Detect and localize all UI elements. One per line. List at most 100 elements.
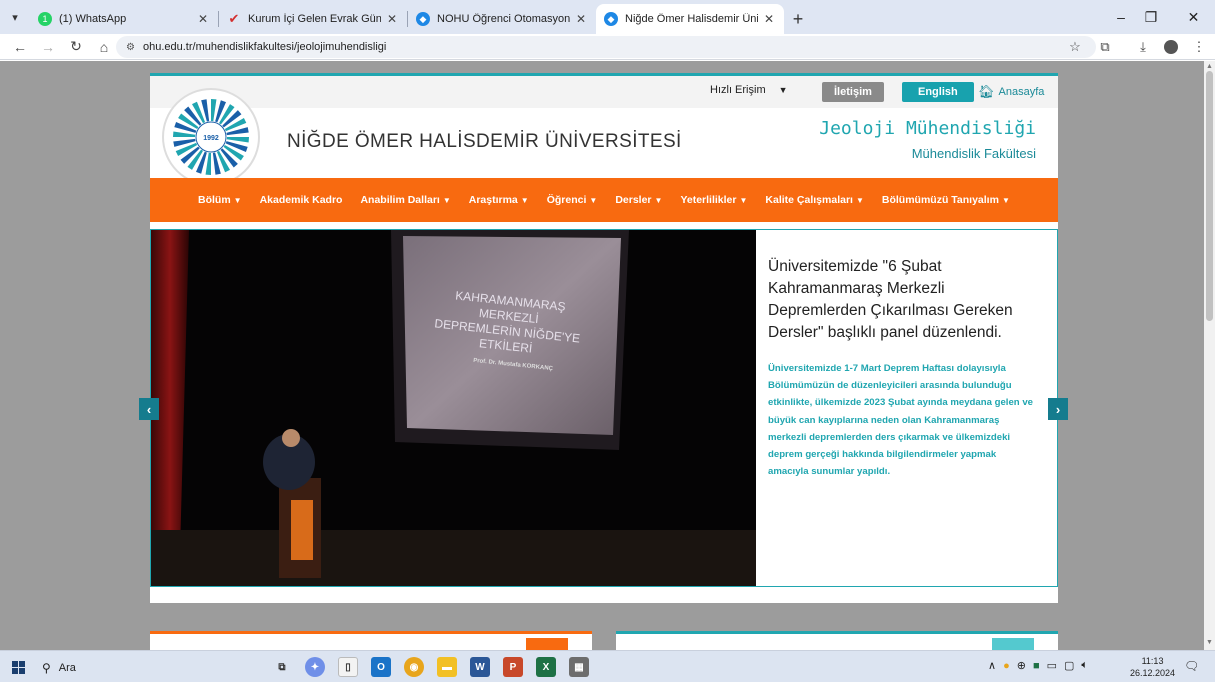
- caret-down-icon: ▼: [855, 196, 864, 205]
- tray-battery-icon[interactable]: ▭: [1047, 659, 1057, 672]
- close-tab-icon[interactable]: ✕: [196, 12, 210, 26]
- caret-down-icon: ▼: [1001, 196, 1010, 205]
- notification-icon[interactable]: 🗨︎: [1184, 659, 1199, 673]
- calculator-icon[interactable]: ▦: [569, 657, 589, 677]
- system-tray: ∧ ● ⊕ ■ ▭ ▢ 🔈︎: [988, 659, 1088, 672]
- menu-item[interactable]: Dersler ▼: [615, 194, 662, 206]
- tab-gelen-evrak[interactable]: ✔ Kurum İçi Gelen Evrak Güncelle ✕: [219, 4, 407, 34]
- menu-item-label: Öğrenci: [546, 194, 587, 206]
- site-container: Hızlı Erişim ▼ İletişim English 🏠︎ Anasa…: [150, 73, 1058, 650]
- whatsapp-icon: 1: [38, 12, 52, 26]
- menu-item[interactable]: Araştırma ▼: [469, 194, 529, 206]
- windows-start-icon[interactable]: [12, 661, 25, 674]
- taskbar-clock[interactable]: 11:13 26.12.2024: [1130, 655, 1175, 679]
- powerpoint-icon[interactable]: P: [503, 657, 523, 677]
- tray-chevron-up-icon[interactable]: ∧: [988, 659, 996, 672]
- outlook-icon[interactable]: O: [371, 657, 391, 677]
- file-explorer-icon[interactable]: ▬: [437, 657, 457, 677]
- caret-down-icon: ▼: [442, 196, 451, 205]
- slide-photo[interactable]: KAHRAMANMARAŞ MERKEZLİ DEPREMLERİN NİĞDE…: [151, 230, 756, 586]
- scrollbar-thumb[interactable]: [1206, 71, 1213, 321]
- menu-kebab-icon[interactable]: ⋮: [1186, 34, 1212, 60]
- close-tab-icon[interactable]: ✕: [385, 12, 399, 26]
- home-link[interactable]: 🏠︎ Anasayfa: [978, 84, 1044, 100]
- caret-down-icon: ▼: [654, 196, 663, 205]
- slider-next-button[interactable]: ›: [1048, 398, 1068, 420]
- scroll-up-icon[interactable]: ▲: [1204, 63, 1215, 70]
- tray-display-icon[interactable]: ▢: [1064, 659, 1074, 672]
- news-card-left: [150, 631, 592, 650]
- department-title: Jeoloji Mühendisliği: [819, 118, 1036, 139]
- tab-ohu-active[interactable]: ◆ Niğde Ömer Halisdemir Üniver ✕: [596, 4, 784, 34]
- slide-heading[interactable]: Üniversitemizde "6 Şubat Kahramanmaraş M…: [768, 256, 1038, 344]
- ohu-favicon-icon: ◆: [416, 12, 430, 26]
- restore-icon[interactable]: ❐: [1130, 0, 1172, 34]
- page-viewport: Hızlı Erişim ▼ İletişim English 🏠︎ Anasa…: [0, 61, 1204, 650]
- close-window-icon[interactable]: ✕: [1172, 0, 1215, 34]
- logo-emblem-icon: 1992: [165, 91, 257, 183]
- news-slider: KAHRAMANMARAŞ MERKEZLİ DEPREMLERİN NİĞDE…: [150, 229, 1058, 587]
- close-tab-icon[interactable]: ✕: [574, 12, 588, 26]
- menu-item-label: Dersler: [615, 194, 652, 206]
- download-icon[interactable]: ⤓: [1130, 34, 1156, 60]
- menu-item[interactable]: Anabilim Dalları ▼: [360, 194, 450, 206]
- tab-ogrenci-otomasyon[interactable]: ◆ NOHU Öğrenci Otomasyon Sist ✕: [408, 4, 596, 34]
- browser-tab-strip: ▾ 1 (1) WhatsApp ✕ ✔ Kurum İçi Gelen Evr…: [0, 0, 1215, 34]
- english-button[interactable]: English: [902, 82, 974, 102]
- close-tab-icon[interactable]: ✕: [762, 12, 776, 26]
- word-icon[interactable]: W: [470, 657, 490, 677]
- tab-label: Kurum İçi Gelen Evrak Güncelle: [248, 13, 381, 25]
- tab-label: Niğde Ömer Halisdemir Üniver: [625, 13, 758, 25]
- ohu-favicon-icon: ◆: [604, 12, 618, 26]
- caret-down-icon: ▼: [233, 196, 242, 205]
- clock-date: 26.12.2024: [1130, 668, 1176, 678]
- tab-label: NOHU Öğrenci Otomasyon Sist: [437, 13, 570, 25]
- scroll-down-icon[interactable]: ▼: [1204, 639, 1215, 646]
- page-scrollbar[interactable]: ▲ ▼: [1204, 61, 1215, 650]
- forward-icon[interactable]: →: [34, 34, 62, 60]
- faculty-name: Mühendislik Fakültesi: [911, 146, 1036, 161]
- home-icon[interactable]: ⌂: [90, 34, 118, 60]
- news-card-right: [616, 631, 1058, 650]
- logo-year: 1992: [203, 135, 219, 142]
- copilot-icon[interactable]: ✦: [305, 657, 325, 677]
- menu-item[interactable]: Yeterlilikler ▼: [680, 194, 747, 206]
- taskbar-search[interactable]: ⚲ Ara: [42, 658, 242, 678]
- menu-item[interactable]: Bölüm ▼: [198, 194, 242, 206]
- extensions-icon[interactable]: ⧉: [1092, 34, 1118, 60]
- reload-icon[interactable]: ↻: [62, 34, 90, 60]
- contact-button[interactable]: İletişim: [822, 82, 884, 102]
- chrome-icon[interactable]: ◉: [404, 657, 424, 677]
- tab-search-chevron-icon[interactable]: ▾: [0, 0, 30, 34]
- caret-down-icon: ▼: [589, 196, 598, 205]
- tab-whatsapp[interactable]: 1 (1) WhatsApp ✕: [30, 4, 218, 34]
- caret-down-icon: ▼: [739, 196, 748, 205]
- windows-taskbar: ⚲ Ara ⧉ ✦ ▯ O ◉ ▬ W P X ▦ ∧ ● ⊕ ■ ▭ ▢ 🔈︎…: [0, 650, 1215, 682]
- notepad-icon[interactable]: ▯: [338, 657, 358, 677]
- menu-item[interactable]: Kalite Çalışmaları ▼: [765, 194, 863, 206]
- tray-network-icon[interactable]: ⊕: [1017, 659, 1026, 672]
- tray-app-icon[interactable]: ■: [1033, 660, 1040, 672]
- menu-item-label: Yeterlilikler: [680, 194, 737, 206]
- menu-item-label: Kalite Çalışmaları: [765, 194, 853, 206]
- new-tab-button[interactable]: +: [784, 4, 812, 34]
- tab-label: (1) WhatsApp: [59, 13, 127, 25]
- back-icon[interactable]: ←: [6, 34, 34, 60]
- menu-item[interactable]: Bölümümüzü Tanıyalım ▼: [882, 194, 1010, 206]
- slider-prev-button[interactable]: ‹: [139, 398, 159, 420]
- browser-toolbar: ← → ↻ ⌂ ⚙ ohu.edu.tr/muhendislikfakultes…: [0, 34, 1215, 60]
- profile-avatar[interactable]: [1158, 34, 1184, 60]
- bookmark-star-icon[interactable]: ☆: [1062, 34, 1088, 60]
- tray-weather-icon[interactable]: ●: [1003, 660, 1010, 672]
- tray-volume-icon[interactable]: 🔈︎: [1081, 659, 1088, 672]
- address-bar[interactable]: ⚙ ohu.edu.tr/muhendislikfakultesi/jeoloj…: [116, 36, 1096, 58]
- menu-item[interactable]: Öğrenci ▼: [547, 194, 598, 206]
- quick-access-dropdown[interactable]: Hızlı Erişim ▼: [710, 84, 788, 96]
- site-info-icon[interactable]: ⚙: [126, 42, 135, 53]
- top-utility-bar: Hızlı Erişim ▼ İletişim English 🏠︎ Anasa…: [150, 76, 1058, 108]
- task-view-icon[interactable]: ⧉: [272, 657, 292, 677]
- excel-icon[interactable]: X: [536, 657, 556, 677]
- caret-down-icon: ▼: [520, 196, 529, 205]
- university-logo[interactable]: 1992: [162, 88, 260, 186]
- menu-item[interactable]: Akademik Kadro: [260, 194, 343, 206]
